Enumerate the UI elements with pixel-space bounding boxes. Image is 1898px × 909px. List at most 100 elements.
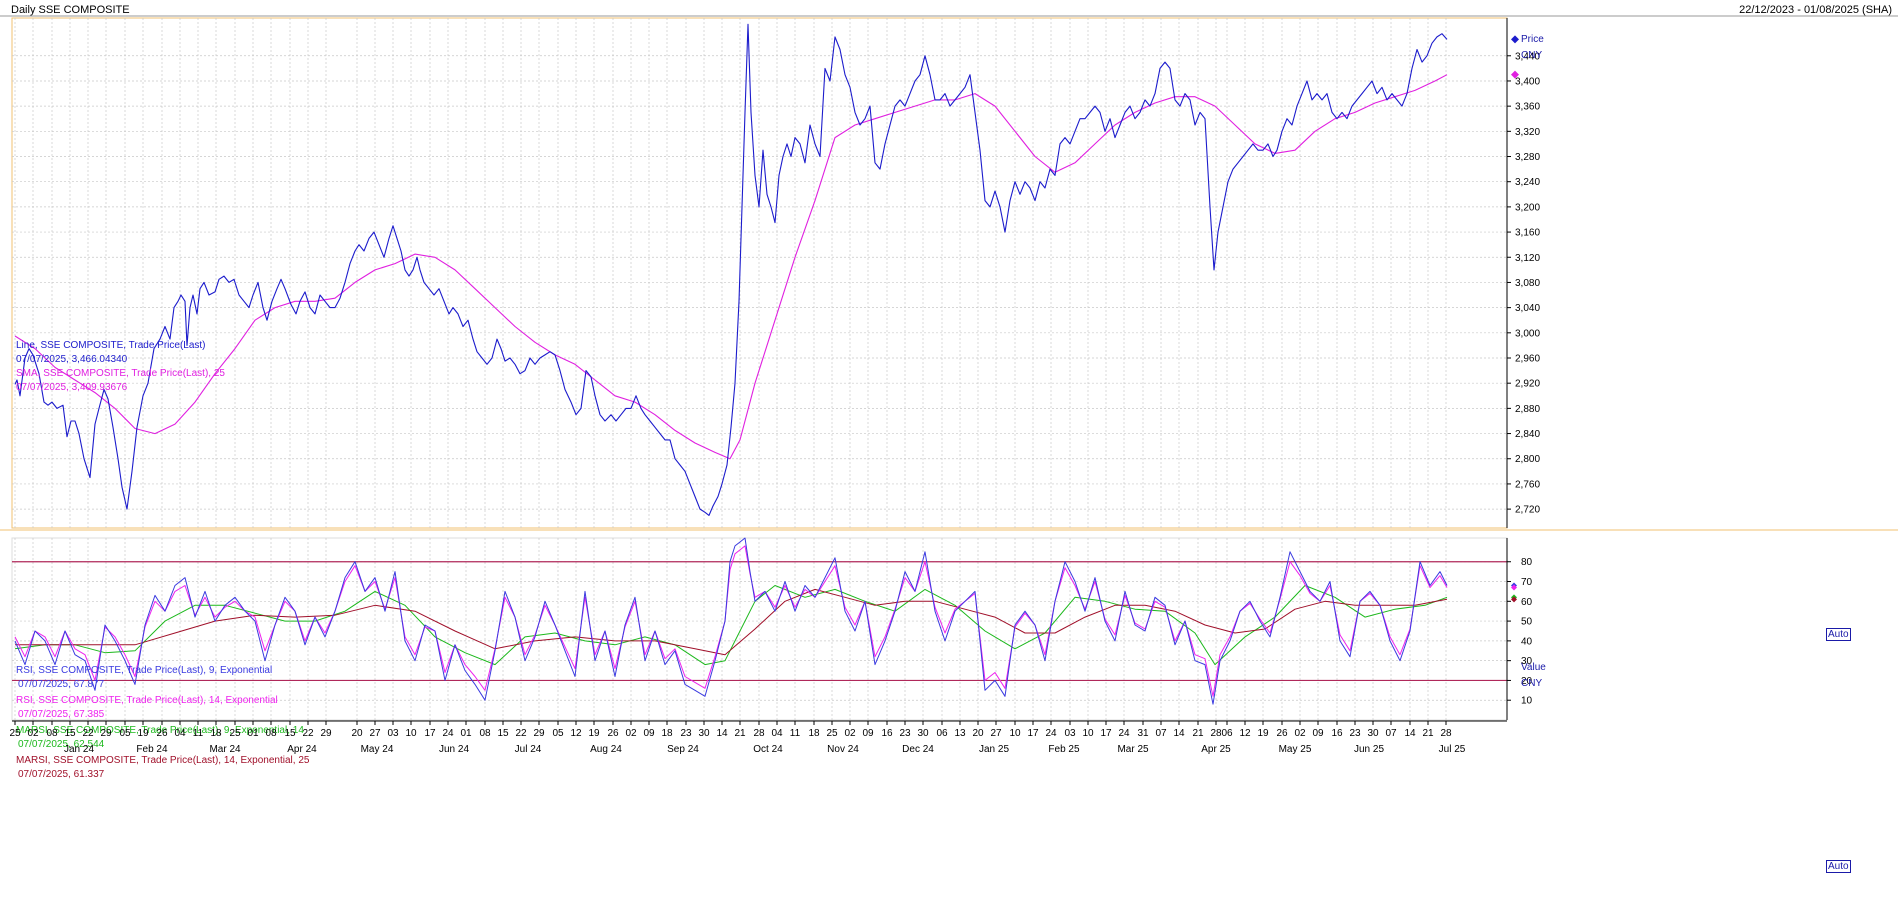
x-day-label: 06 <box>936 728 948 739</box>
price-ytick-label: 3,160 <box>1515 228 1540 239</box>
price-legend-value: 07/07/2025, 3,466.04340 <box>16 354 128 365</box>
x-day-label: 09 <box>643 728 655 739</box>
rsi-ytick-label: 60 <box>1521 597 1533 608</box>
price-ytick-label: 3,240 <box>1515 177 1540 188</box>
price-line <box>14 23 1448 516</box>
x-day-label: 02 <box>844 728 856 739</box>
x-day-label: 23 <box>1349 728 1361 739</box>
x-day-label: 28 <box>753 728 765 739</box>
x-day-label: 23 <box>680 728 692 739</box>
x-day-label: 08 <box>46 728 58 739</box>
x-month-label: Oct 24 <box>753 744 783 755</box>
x-day-label: 21 <box>1422 728 1434 739</box>
rsi-legend-label: RSI, SSE COMPOSITE, Trade Price(Last), 9… <box>16 665 272 676</box>
x-day-label: 16 <box>1331 728 1343 739</box>
x-day-label: 07 <box>1385 728 1397 739</box>
x-day-label: 18 <box>808 728 820 739</box>
x-day-label: 21 <box>1192 728 1204 739</box>
price-ytick-label: 2,880 <box>1515 404 1540 415</box>
x-day-label: 02 <box>1294 728 1306 739</box>
x-day-label: 19 <box>1257 728 1269 739</box>
x-day-label: 30 <box>917 728 929 739</box>
rsi-legend-value: 07/07/2025, 67.877 <box>18 679 105 690</box>
x-day-label: 02 <box>27 728 39 739</box>
x-day-label: 12 <box>570 728 582 739</box>
x-day-label: 11 <box>790 728 801 739</box>
x-day-label: 31 <box>1137 728 1149 739</box>
rsi-ytick-label: 40 <box>1521 636 1533 647</box>
x-day-label: 15 <box>497 728 509 739</box>
rsi-ytick-label: 10 <box>1521 696 1533 707</box>
x-day-label: 04 <box>771 728 783 739</box>
price-ytick-label: 2,960 <box>1515 354 1540 365</box>
rsi-panel-frame <box>11 537 1508 721</box>
x-day-label: 10 <box>1082 728 1094 739</box>
sma-line <box>14 74 1448 460</box>
x-day-label: 25 <box>229 728 241 739</box>
x-month-label: Apr 24 <box>287 744 317 755</box>
rsi-legend-label: RSI, SSE COMPOSITE, Trade Price(Last), 1… <box>16 695 278 706</box>
x-month-label: May 24 <box>361 744 394 755</box>
price-axis-unit: CNY <box>1521 50 1542 61</box>
price-panel-frame <box>11 17 1508 529</box>
rsi-ytick-label: 70 <box>1521 577 1533 588</box>
x-day-label: 09 <box>1312 728 1324 739</box>
x-month-label: Mar 25 <box>1117 744 1149 755</box>
x-month-label: Jan 25 <box>979 744 1009 755</box>
marsi14-line <box>15 588 1448 656</box>
price-legend-label: Line, SSE COMPOSITE, Trade Price(Last) <box>16 340 206 351</box>
x-day-label: 29 <box>320 728 332 739</box>
x-day-label: 20 <box>972 728 984 739</box>
x-day-label: 22 <box>82 728 94 739</box>
x-day-label: 17 <box>1027 728 1039 739</box>
x-day-label: 03 <box>1064 728 1076 739</box>
x-month-label: Sep 24 <box>667 744 699 755</box>
x-day-label: 14 <box>1404 728 1416 739</box>
x-day-label: 22 <box>515 728 527 739</box>
price-axis-title: Price <box>1521 34 1544 45</box>
x-day-label: 28 <box>1440 728 1452 739</box>
x-day-label: 18 <box>210 728 222 739</box>
price-auto-scale-button[interactable]: Auto <box>1826 628 1851 641</box>
x-day-label: 14 <box>716 728 728 739</box>
price-ytick-label: 2,840 <box>1515 429 1540 440</box>
chart-canvas[interactable]: 2,720 2,760 2,800 2,840 2,880 2,920 2,960 3,000… <box>0 0 1898 909</box>
rsi-legend-value: 07/07/2025, 67.385 <box>18 709 105 720</box>
price-legend-value: 07/07/2025, 3,409.93676 <box>16 382 128 393</box>
x-day-label: 08 <box>265 728 277 739</box>
x-day-label: 25 <box>9 728 21 739</box>
x-day-label: 21 <box>734 728 746 739</box>
x-day-label: 28 <box>1210 728 1222 739</box>
x-month-label: Mar 24 <box>209 744 241 755</box>
x-day-label: 18 <box>661 728 673 739</box>
x-month-label: Jun 25 <box>1354 744 1384 755</box>
x-day-label: 03 <box>387 728 399 739</box>
price-ytick-label: 3,200 <box>1515 202 1540 213</box>
price-ytick-label: 3,040 <box>1515 303 1540 314</box>
x-day-label: 06 <box>1221 728 1233 739</box>
x-day-label: 04 <box>174 728 186 739</box>
price-ytick-label: 3,080 <box>1515 278 1540 289</box>
x-day-label: 07 <box>1155 728 1167 739</box>
price-ytick-label: 3,280 <box>1515 152 1540 163</box>
x-day-label: 13 <box>954 728 966 739</box>
rsi-legend-value: 07/07/2025, 61.337 <box>18 769 105 780</box>
x-month-label: Aug 24 <box>590 744 622 755</box>
x-day-label: 14 <box>1173 728 1185 739</box>
rsi-ytick-label: 50 <box>1521 617 1533 628</box>
x-day-label: 29 <box>100 728 112 739</box>
price-ytick-label: 2,760 <box>1515 479 1540 490</box>
rsi-auto-scale-button[interactable]: Auto <box>1826 860 1851 873</box>
price-ytick-label: 3,000 <box>1515 328 1540 339</box>
x-day-label: 24 <box>442 728 454 739</box>
price-ytick-label: 2,920 <box>1515 379 1540 390</box>
x-month-label: Nov 24 <box>827 744 859 755</box>
x-day-label: 01 <box>460 728 472 739</box>
x-day-label: 25 <box>826 728 838 739</box>
x-day-label: 26 <box>607 728 619 739</box>
x-day-label: 01 <box>247 728 259 739</box>
rsi-ytick-label: 80 <box>1521 557 1533 568</box>
x-day-label: 29 <box>533 728 545 739</box>
x-day-label: 12 <box>1239 728 1251 739</box>
x-day-label: 27 <box>369 728 381 739</box>
